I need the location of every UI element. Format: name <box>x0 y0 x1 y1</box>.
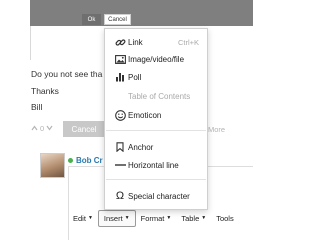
menu-edit-label: Edit <box>73 213 86 223</box>
link-icon <box>114 37 126 48</box>
menu-item-link[interactable]: Link Ctrl+K <box>105 35 207 49</box>
menu-item-horizontal-line[interactable]: Horizontal line <box>105 158 207 172</box>
menu-table-label: Table <box>181 213 200 223</box>
message-line: Bill <box>31 102 43 112</box>
menu-item-poll-label: Poll <box>128 72 142 82</box>
avatar <box>40 153 65 178</box>
caret-down-icon: ▼ <box>201 215 207 221</box>
menu-item-poll[interactable]: Poll <box>105 70 207 84</box>
ok-button[interactable]: Ok <box>82 14 101 25</box>
dialog-cancel-button[interactable]: Cancel <box>104 14 131 25</box>
menu-item-table-of-contents: Table of Contents <box>105 89 207 103</box>
menu-item-special-label: Special character <box>128 191 190 201</box>
image-icon <box>114 54 126 64</box>
bookmark-icon <box>114 142 126 152</box>
menu-item-image[interactable]: Image/video/file <box>105 52 207 66</box>
menu-item-toc-label: Table of Contents <box>128 91 191 101</box>
upvote-icon[interactable] <box>31 124 38 133</box>
insert-menu: Link Ctrl+K Image/video/file Poll Table … <box>104 28 208 210</box>
caret-down-icon: ▼ <box>124 215 130 221</box>
online-status-icon <box>68 158 73 163</box>
user-name[interactable]: Bob Cr <box>68 156 103 165</box>
menu-edit[interactable]: Edit ▼ <box>68 211 98 226</box>
shortcut-label: Ctrl+K <box>177 37 199 47</box>
menu-separator <box>106 179 206 180</box>
menu-separator <box>106 130 206 131</box>
vote-control[interactable]: 0 <box>31 124 53 133</box>
menu-item-anchor-label: Anchor <box>128 142 154 152</box>
horizontal-line-icon <box>114 163 126 167</box>
menu-format-label: Format <box>140 213 165 223</box>
poll-icon <box>114 72 126 82</box>
more-link[interactable]: More <box>208 125 225 134</box>
emoticon-icon <box>114 109 126 121</box>
menu-table[interactable]: Table ▼ <box>176 211 211 226</box>
user-name-label: Bob Cr <box>76 156 103 165</box>
cancel-reply-button[interactable]: Cancel <box>63 121 105 137</box>
downvote-icon[interactable] <box>46 124 53 133</box>
caret-down-icon: ▼ <box>87 215 93 221</box>
message-line: Do you not see tha <box>31 69 103 79</box>
image-preview <box>30 0 253 26</box>
vote-count: 0 <box>40 124 45 133</box>
editor-menubar: Edit ▼ Insert ▼ Format ▼ Table ▼ Tools <box>68 208 253 228</box>
menu-item-anchor[interactable]: Anchor <box>105 140 207 154</box>
caret-down-icon: ▼ <box>166 215 172 221</box>
menu-item-emoticon-label: Emoticon <box>128 110 162 120</box>
menu-insert-label: Insert <box>103 213 123 223</box>
menu-tools[interactable]: Tools <box>211 211 239 226</box>
menu-tools-label: Tools <box>216 213 234 223</box>
menu-item-link-label: Link <box>128 37 143 47</box>
menu-item-hr-label: Horizontal line <box>128 160 179 170</box>
menu-format[interactable]: Format ▼ <box>136 211 177 226</box>
menu-item-image-label: Image/video/file <box>128 54 185 64</box>
message-line: Thanks <box>31 86 59 96</box>
menu-item-special-character[interactable]: Ω Special character <box>105 189 207 203</box>
menu-item-emoticon[interactable]: Emoticon <box>105 108 207 122</box>
menu-insert[interactable]: Insert ▼ <box>97 209 136 227</box>
omega-icon: Ω <box>115 190 125 202</box>
